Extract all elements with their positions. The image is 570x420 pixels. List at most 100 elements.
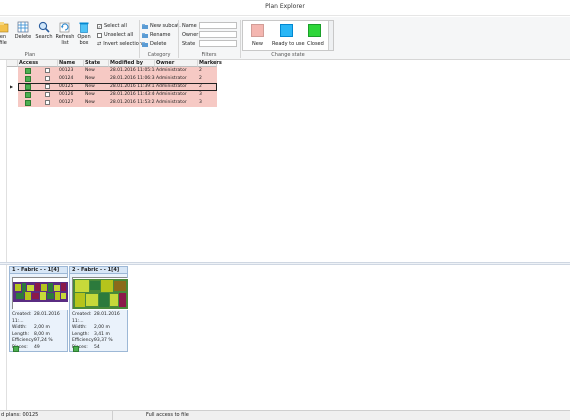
select-all-checkbox[interactable]: ✓	[97, 23, 102, 29]
search-icon	[38, 21, 50, 33]
marker-card[interactable]: 2 - Fabric - - 1[4] Created: 28.01.2016 1…	[69, 266, 128, 352]
left-panel	[0, 60, 7, 410]
search-label: Search	[35, 34, 53, 40]
filter-name-label: Name	[182, 23, 197, 29]
open-box-button[interactable]: Open box	[73, 21, 95, 49]
refresh-icon	[59, 21, 71, 33]
category-delete-label: Delete	[150, 41, 167, 47]
marker-card[interactable]: 1 - Fabric - - 1[4] Created: 28.01.2016 …	[9, 266, 68, 352]
row-checkbox[interactable]	[45, 92, 50, 97]
access-cell	[18, 99, 58, 107]
marker-card-info: Created: 28.01.2016 11:... Width: 2,00 m L…	[12, 312, 60, 350]
owner-cell: Administrator	[155, 99, 198, 107]
state-cell: New	[84, 99, 109, 107]
divider	[139, 20, 140, 58]
filter-owner-label: Owner	[182, 32, 199, 38]
unselect-all-option[interactable]: Unselect all	[97, 31, 133, 39]
state-new-label: New	[252, 41, 263, 47]
state-ready-label: Ready to use	[272, 41, 305, 47]
status-access: Full access to file	[146, 412, 189, 418]
row-indicator: ▶	[7, 83, 18, 91]
status-selected-plans: d plans: 00125	[1, 412, 39, 418]
access-cell	[18, 75, 58, 83]
current-row-outline	[18, 83, 217, 91]
open-box-label: Open box	[77, 34, 91, 46]
marker-card-title: 1 - Fabric - - 1[4]	[10, 267, 67, 274]
select-all-label: Select all	[104, 23, 127, 29]
table-row[interactable]: 00124 New 28.01.2016 11:06:38 Administrator…	[7, 75, 217, 83]
owner-cell: Administrator	[155, 75, 198, 83]
invert-selection-icon: ⇄	[97, 41, 102, 47]
access-icon	[25, 68, 31, 74]
unselect-all-label: Unselect all	[104, 32, 134, 38]
markers-cell: 2	[198, 75, 217, 83]
name-cell: 00127	[58, 99, 84, 107]
state-cell: New	[84, 67, 109, 75]
delete-button[interactable]: Delete	[12, 21, 34, 49]
table-row[interactable]: 00123 New 28.01.2016 11:05:14 Administrator…	[7, 67, 217, 75]
rename-label: Rename	[150, 32, 171, 38]
category-group-label: Category	[147, 52, 171, 58]
rename-button[interactable]: Rename	[142, 31, 171, 39]
status-bar: d plans: 00125 Full access to file	[0, 410, 570, 420]
modified-cell: 28.01.2016 11:43:46	[109, 91, 155, 99]
divider	[178, 20, 179, 58]
row-indicator	[7, 67, 18, 75]
search-button[interactable]: Search	[33, 21, 55, 49]
owner-cell: Administrator	[155, 91, 198, 99]
access-icon	[25, 92, 31, 98]
filter-owner-input[interactable]	[199, 31, 237, 38]
column-header-access[interactable]: Access	[18, 60, 58, 67]
row-checkbox[interactable]	[45, 100, 50, 105]
state-cell: New	[84, 91, 109, 99]
access-icon	[13, 346, 19, 352]
select-all-option[interactable]: ✓ Select all	[97, 22, 127, 30]
name-cell: 00123	[58, 67, 84, 75]
name-cell: 00126	[58, 91, 84, 99]
markers-cell: 3	[198, 91, 217, 99]
owner-cell: Administrator	[155, 67, 198, 75]
table-row[interactable]: 00127 New 28.01.2016 11:53:22 Administrator…	[7, 99, 217, 107]
markers-cell: 3	[198, 99, 217, 107]
column-header-markers[interactable]: Markers	[198, 60, 222, 67]
table-row[interactable]: ▶ 00125 New 28.01.2016 11:39:13 Administrato…	[7, 83, 217, 91]
row-indicator	[7, 99, 18, 107]
status-divider	[112, 411, 113, 420]
table-row[interactable]: 00126 New 28.01.2016 11:43:46 Administrator…	[7, 91, 217, 99]
state-ready-button[interactable]	[280, 24, 293, 37]
ribbon: en file Delete Search Refresh list Open …	[0, 17, 570, 60]
new-subcat-button[interactable]: New subcat.	[142, 22, 181, 30]
column-header-modified[interactable]: Modified by	[109, 60, 155, 67]
category-delete-icon	[142, 41, 148, 47]
modified-cell: 28.01.2016 11:53:22	[109, 99, 155, 107]
column-header-state[interactable]: State	[84, 60, 109, 67]
marker-preview-image	[72, 277, 128, 310]
trash-box-icon	[78, 21, 90, 33]
change-state-group-label: Change state	[271, 52, 305, 58]
plans-grid: Access Name State Modified by Owner Mark…	[7, 60, 570, 260]
filter-state-input[interactable]	[199, 40, 237, 47]
row-checkbox[interactable]	[45, 76, 50, 81]
new-subcat-label: New subcat.	[150, 23, 181, 29]
invert-selection-option[interactable]: ⇄ Invert selection	[97, 40, 142, 48]
column-header-owner[interactable]: Owner	[155, 60, 198, 67]
filters-group-label: Filters	[201, 52, 217, 58]
state-cell: New	[84, 75, 109, 83]
invert-selection-label: Invert selection	[103, 41, 142, 47]
marker-card-info: Created: 28.01.2016 11:... Width: 2,00 m L…	[72, 312, 120, 350]
access-cell	[18, 91, 58, 99]
access-icon	[25, 76, 31, 82]
row-checkbox[interactable]	[45, 68, 50, 73]
modified-cell: 28.01.2016 11:05:14	[109, 67, 155, 75]
state-scrollbar[interactable]	[328, 21, 333, 50]
unselect-all-checkbox[interactable]	[97, 32, 102, 38]
filter-name-input[interactable]	[199, 22, 237, 29]
change-state-panel: New Ready to use Closed	[242, 20, 334, 51]
column-header-name[interactable]: Name	[58, 60, 84, 67]
column-header-indicator	[7, 60, 18, 67]
state-new-button[interactable]	[251, 24, 264, 37]
state-closed-label: Closed	[307, 41, 324, 47]
category-delete-button[interactable]: Delete	[142, 40, 166, 48]
state-closed-button[interactable]	[308, 24, 321, 37]
access-cell	[18, 67, 58, 75]
